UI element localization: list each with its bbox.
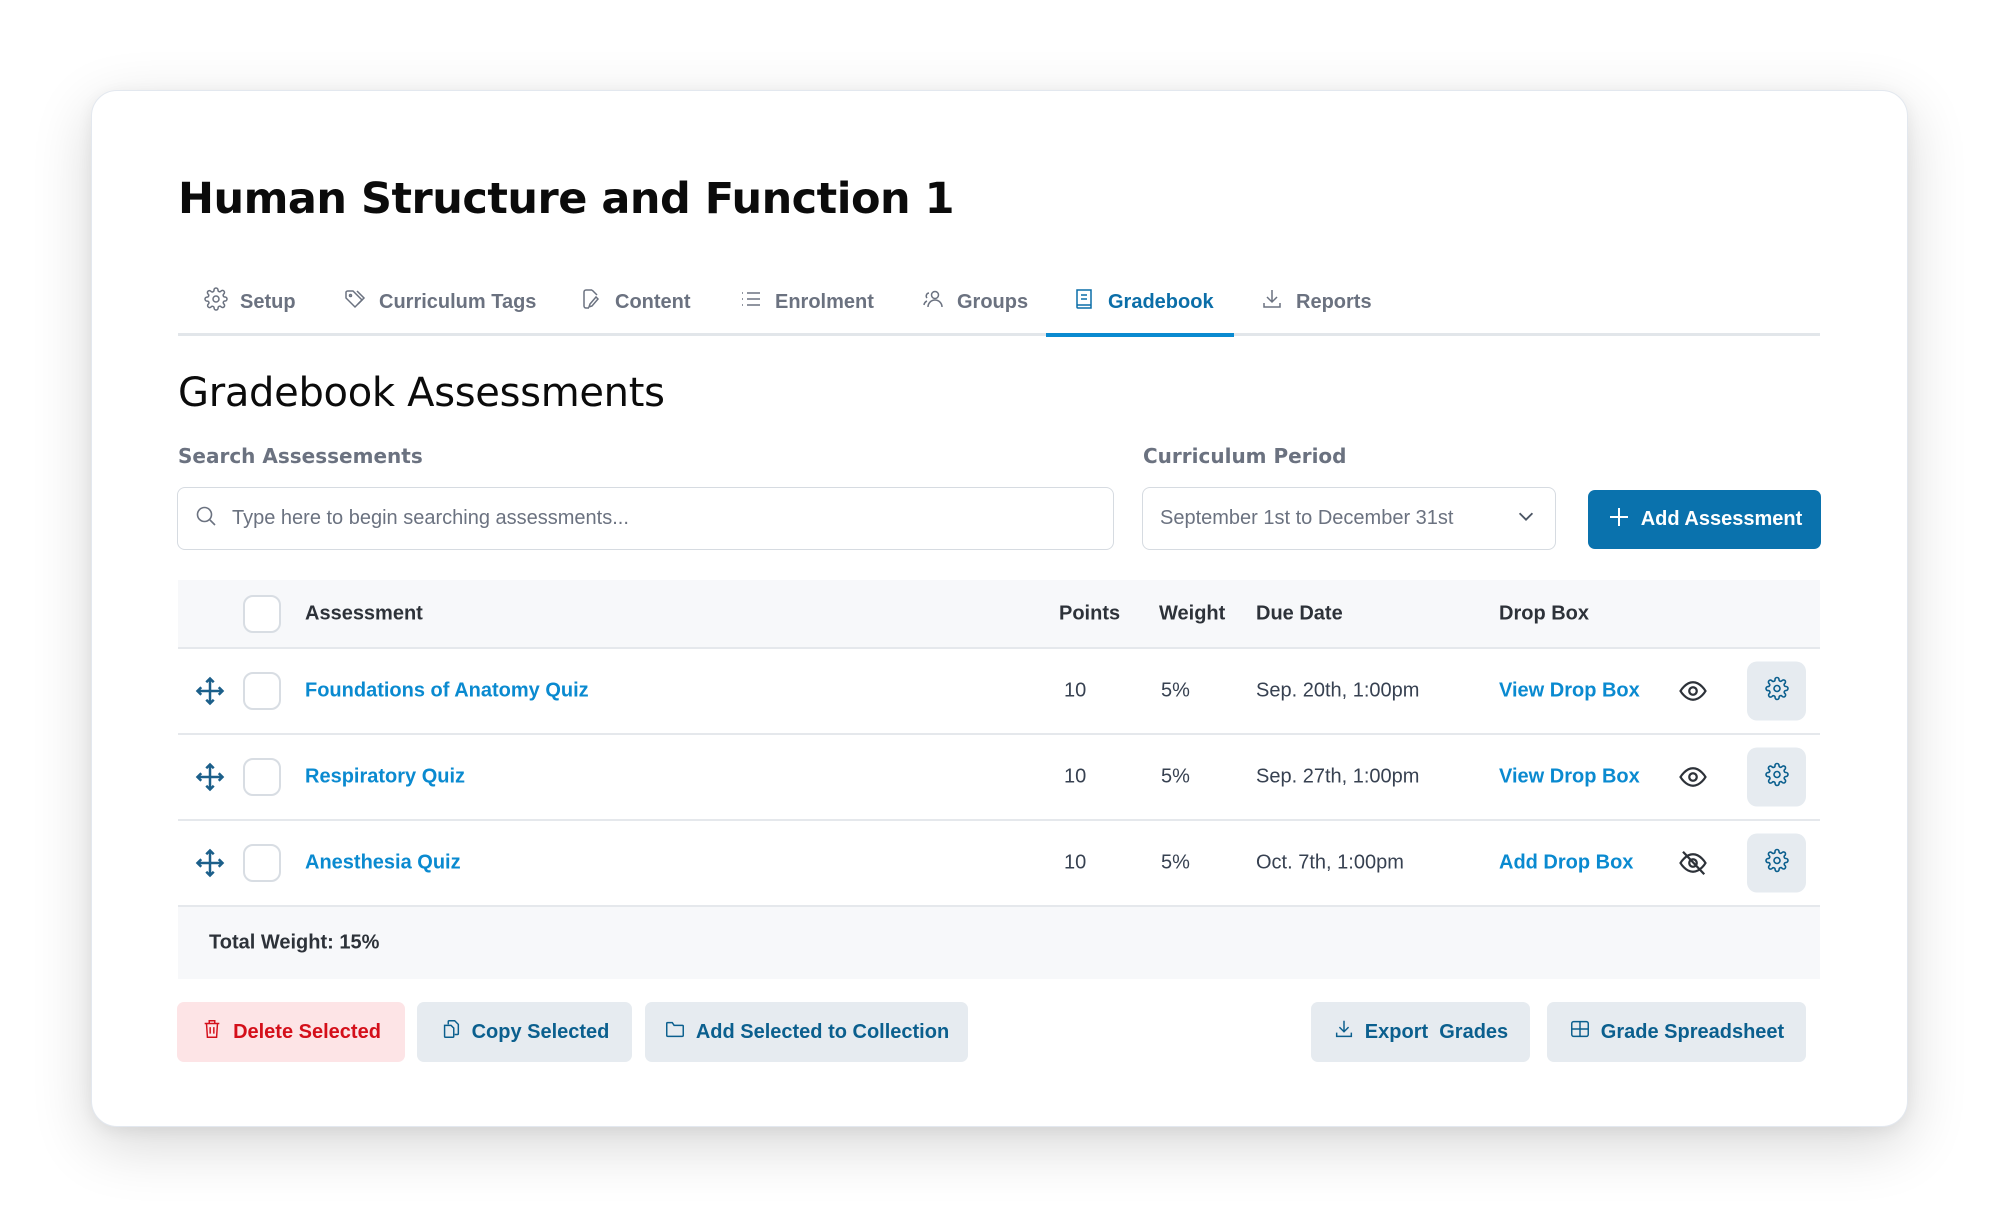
curriculum-period-label: Curriculum Period — [1143, 444, 1347, 468]
select-all-checkbox[interactable] — [243, 594, 281, 633]
points-value: 10 — [1064, 851, 1087, 874]
assessment-link[interactable]: Anesthesia Quiz — [305, 852, 461, 875]
drop-box-link[interactable]: View Drop Box — [1499, 680, 1640, 703]
table-row: Foundations of Anatomy Quiz 10 5% Sep. 2… — [178, 649, 1820, 735]
course-tabs: Setup Curriculum Tags Content Enrolment … — [178, 268, 1820, 337]
due-date-value: Oct. 7th, 1:00pm — [1256, 851, 1404, 874]
delete-selected-label: Delete Selected — [233, 1020, 381, 1043]
gear-icon — [1764, 848, 1789, 878]
tab-label: Gradebook — [1108, 290, 1214, 313]
assessment-link[interactable]: Respiratory Quiz — [305, 766, 465, 789]
chevron-down-icon — [1515, 505, 1537, 533]
assessment-settings-button[interactable] — [1747, 833, 1806, 893]
drop-box-link[interactable]: View Drop Box — [1499, 766, 1640, 789]
row-checkbox[interactable] — [243, 672, 281, 710]
tab-gradebook[interactable]: Gradebook — [1072, 268, 1214, 336]
gear-icon — [204, 287, 228, 317]
gear-icon — [1764, 676, 1789, 706]
table-row: Anesthesia Quiz 10 5% Oct. 7th, 1:00pm A… — [178, 821, 1820, 907]
tab-label: Setup — [240, 290, 296, 313]
book-icon — [1072, 287, 1096, 317]
search-icon — [194, 504, 218, 533]
tab-setup[interactable]: Setup — [204, 268, 296, 336]
grade-spreadsheet-button[interactable]: Grade Spreadsheet — [1547, 1002, 1806, 1062]
column-weight: Weight — [1159, 602, 1226, 624]
download-icon — [1260, 287, 1284, 317]
folder-icon — [664, 1018, 686, 1046]
tab-label: Content — [615, 290, 691, 313]
tab-label: Enrolment — [775, 290, 874, 313]
section-title: Gradebook Assessments — [178, 370, 665, 416]
column-due-date: Due Date — [1256, 602, 1343, 624]
tab-enrolment[interactable]: Enrolment — [739, 268, 874, 336]
due-date-value: Sep. 20th, 1:00pm — [1256, 679, 1420, 702]
period-selected-value: September 1st to December 31st — [1160, 507, 1454, 529]
assessment-link[interactable]: Foundations of Anatomy Quiz — [305, 680, 589, 703]
add-to-collection-label: Add Selected to Collection — [695, 1020, 950, 1043]
tab-label: Reports — [1296, 290, 1372, 313]
download-icon — [1333, 1018, 1355, 1046]
eye-icon[interactable] — [1678, 762, 1708, 792]
assessment-settings-button[interactable] — [1747, 661, 1806, 721]
export-grades-label: Export Grades — [1364, 1020, 1509, 1043]
tab-label: Groups — [957, 290, 1029, 313]
drag-handle-icon[interactable] — [195, 676, 225, 706]
tab-content[interactable]: Content — [579, 268, 691, 336]
add-drop-box-link[interactable]: Add Drop Box — [1499, 852, 1633, 875]
column-points: Points — [1059, 602, 1121, 624]
course-title: Human Structure and Function 1 — [178, 174, 955, 224]
copy-icon — [440, 1018, 462, 1046]
drag-handle-icon[interactable] — [195, 762, 225, 792]
tag-icon — [343, 287, 367, 317]
curriculum-period-select[interactable]: September 1st to December 31st — [1142, 487, 1556, 550]
list-icon — [739, 287, 763, 317]
plus-icon — [1607, 505, 1631, 535]
table-footer: Total Weight: 15% — [178, 907, 1820, 979]
table-row: Respiratory Quiz 10 5% Sep. 27th, 1:00pm… — [178, 735, 1820, 821]
tab-label: Curriculum Tags — [379, 290, 537, 313]
eye-off-icon[interactable] — [1678, 848, 1708, 878]
column-assessment: Assessment — [305, 602, 423, 624]
total-weight: Total Weight: 15% — [209, 931, 380, 954]
table-header: Assessment Points Weight Due Date Drop B… — [178, 580, 1820, 649]
trash-icon — [201, 1018, 223, 1046]
row-checkbox[interactable] — [243, 758, 281, 796]
users-icon — [921, 287, 945, 317]
due-date-value: Sep. 27th, 1:00pm — [1256, 765, 1420, 788]
grade-spreadsheet-label: Grade Spreadsheet — [1600, 1020, 1785, 1043]
search-label: Search Assessements — [178, 444, 423, 468]
export-grades-button[interactable]: Export Grades — [1311, 1002, 1530, 1062]
row-checkbox[interactable] — [243, 844, 281, 882]
search-input[interactable] — [232, 507, 1092, 530]
active-tab-indicator — [1046, 333, 1234, 337]
assessment-settings-button[interactable] — [1747, 747, 1806, 807]
assessments-table: Assessment Points Weight Due Date Drop B… — [178, 580, 1820, 979]
copy-selected-button[interactable]: Copy Selected — [417, 1002, 632, 1062]
weight-value: 5% — [1161, 679, 1190, 702]
grid-icon — [1569, 1018, 1591, 1046]
tab-groups[interactable]: Groups — [921, 268, 1028, 336]
tab-curriculum-tags[interactable]: Curriculum Tags — [343, 268, 536, 336]
column-drop-box: Drop Box — [1499, 602, 1589, 624]
eye-icon[interactable] — [1678, 676, 1708, 706]
add-assessment-button[interactable]: Add Assessment — [1588, 490, 1821, 549]
file-edit-icon — [579, 287, 603, 317]
gear-icon — [1764, 762, 1789, 792]
tab-reports[interactable]: Reports — [1260, 268, 1372, 336]
copy-selected-label: Copy Selected — [471, 1020, 610, 1043]
search-field[interactable] — [177, 487, 1114, 550]
points-value: 10 — [1064, 679, 1087, 702]
weight-value: 5% — [1161, 851, 1190, 874]
add-assessment-label: Add Assessment — [1640, 508, 1803, 530]
weight-value: 5% — [1161, 765, 1190, 788]
add-to-collection-button[interactable]: Add Selected to Collection — [645, 1002, 968, 1062]
points-value: 10 — [1064, 765, 1087, 788]
delete-selected-button[interactable]: Delete Selected — [177, 1002, 405, 1062]
drag-handle-icon[interactable] — [195, 848, 225, 878]
